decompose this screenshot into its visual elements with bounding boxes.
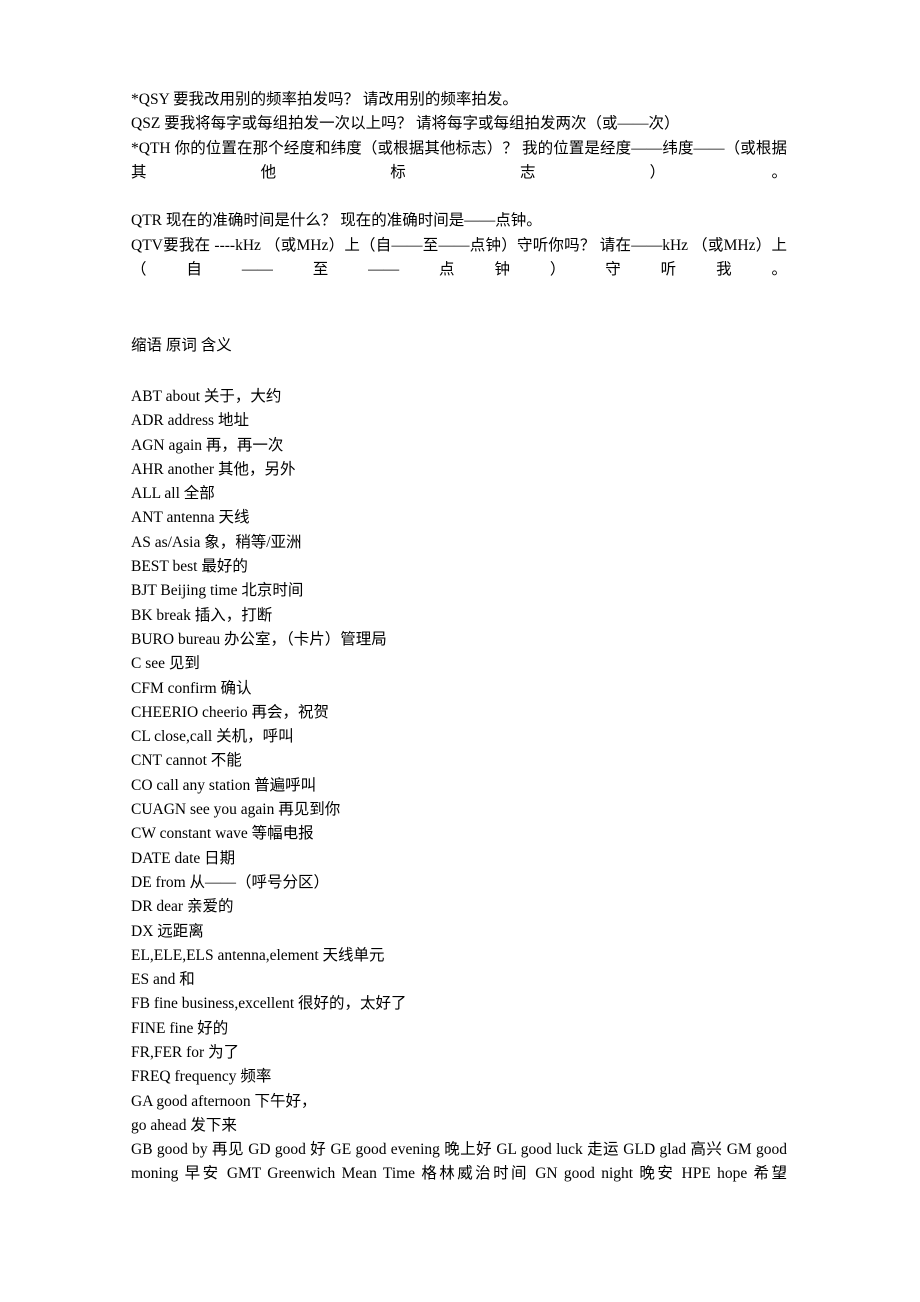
list-item: ES and 和: [131, 971, 195, 989]
list-item: ADR address 地址: [131, 412, 249, 430]
list-item: CO call any station 普遍呼叫: [131, 776, 317, 794]
list-item: FB fine business,excellent 很好的，太好了: [131, 995, 407, 1013]
list-item: FREQ frequency 频率: [131, 1068, 272, 1086]
abbreviation-tail-block: GB good by 再见 GD good 好 GE good evening …: [131, 1138, 787, 1211]
abbreviation-list: ABT about 关于，大约 ADR address 地址 AGN again…: [131, 385, 787, 1138]
document-body: *QSY 要我改用别的频率拍发吗？ 请改用别的频率拍发。 QSZ 要我将每字或每…: [131, 88, 787, 1211]
list-item: EL,ELE,ELS antenna,element 天线单元: [131, 946, 385, 964]
list-item: BEST best 最好的: [131, 558, 248, 576]
list-item: BJT Beijing time 北京时间: [131, 582, 304, 600]
list-item: ANT antenna 天线: [131, 509, 250, 527]
q-code-paragraph-block: *QSY 要我改用别的频率拍发吗？ 请改用别的频率拍发。 QSZ 要我将每字或每…: [131, 88, 787, 307]
q-code-line-qsz: QSZ 要我将每字或每组拍发一次以上吗？ 请将每字或每组拍发两次（或——次）: [131, 115, 680, 133]
tail-paragraph: GB good by 再见 GD good 好 GE good evening …: [131, 1141, 787, 1183]
list-item: CFM confirm 确认: [131, 679, 252, 697]
list-item: AHR another 其他，另外: [131, 460, 296, 478]
q-code-line-qsy: *QSY 要我改用别的频率拍发吗？ 请改用别的频率拍发。: [131, 91, 518, 108]
list-item: BURO bureau 办公室，（卡片）管理局: [131, 630, 387, 648]
abbreviation-table-heading: 缩语 原词 含义: [131, 336, 232, 354]
list-item: DATE date 日期: [131, 849, 236, 867]
list-item: CL close,call 关机，呼叫: [131, 728, 294, 746]
q-code-line-qtr: QTR 现在的准确时间是什么？ 现在的准确时间是——点钟。: [131, 212, 542, 230]
document-page: *QSY 要我改用别的频率拍发吗？ 请改用别的频率拍发。 QSZ 要我将每字或每…: [0, 0, 920, 1302]
spacer-after-heading: [131, 358, 787, 385]
q-code-line-qtv: QTV要我在 ----kHz （或MHz）上（自——至——点钟）守听你吗？ 请在…: [131, 236, 787, 279]
q-code-line-qth: *QTH 你的位置在那个经度和纬度（或根据其他标志）？ 我的位置是经度——纬度—…: [131, 139, 787, 181]
list-item: FR,FER for 为了: [131, 1043, 240, 1061]
list-item: DE from 从——（呼号分区）: [131, 873, 330, 891]
list-item: C see 见到: [131, 655, 200, 673]
list-item: BK break 插入，打断: [131, 606, 273, 624]
list-item: ABT about 关于，大约: [131, 387, 282, 405]
list-item: CNT cannot 不能: [131, 752, 242, 770]
list-item: DR dear 亲爱的: [131, 898, 234, 916]
list-item: CUAGN see you again 再见到你: [131, 801, 341, 819]
list-item: AS as/Asia 象，稍等/亚洲: [131, 533, 302, 551]
list-item: GA good afternoon 下午好，: [131, 1092, 317, 1110]
list-item: ALL all 全部: [131, 485, 215, 503]
list-item: CW constant wave 等幅电报: [131, 825, 314, 843]
list-item: DX 远距离: [131, 922, 204, 940]
list-item: CHEERIO cheerio 再会，祝贺: [131, 703, 330, 721]
list-item: AGN again 再，再一次: [131, 436, 284, 454]
spacer-before-heading: [131, 307, 787, 334]
list-item: go ahead 发下来: [131, 1116, 237, 1134]
list-item: FINE fine 好的: [131, 1019, 229, 1037]
